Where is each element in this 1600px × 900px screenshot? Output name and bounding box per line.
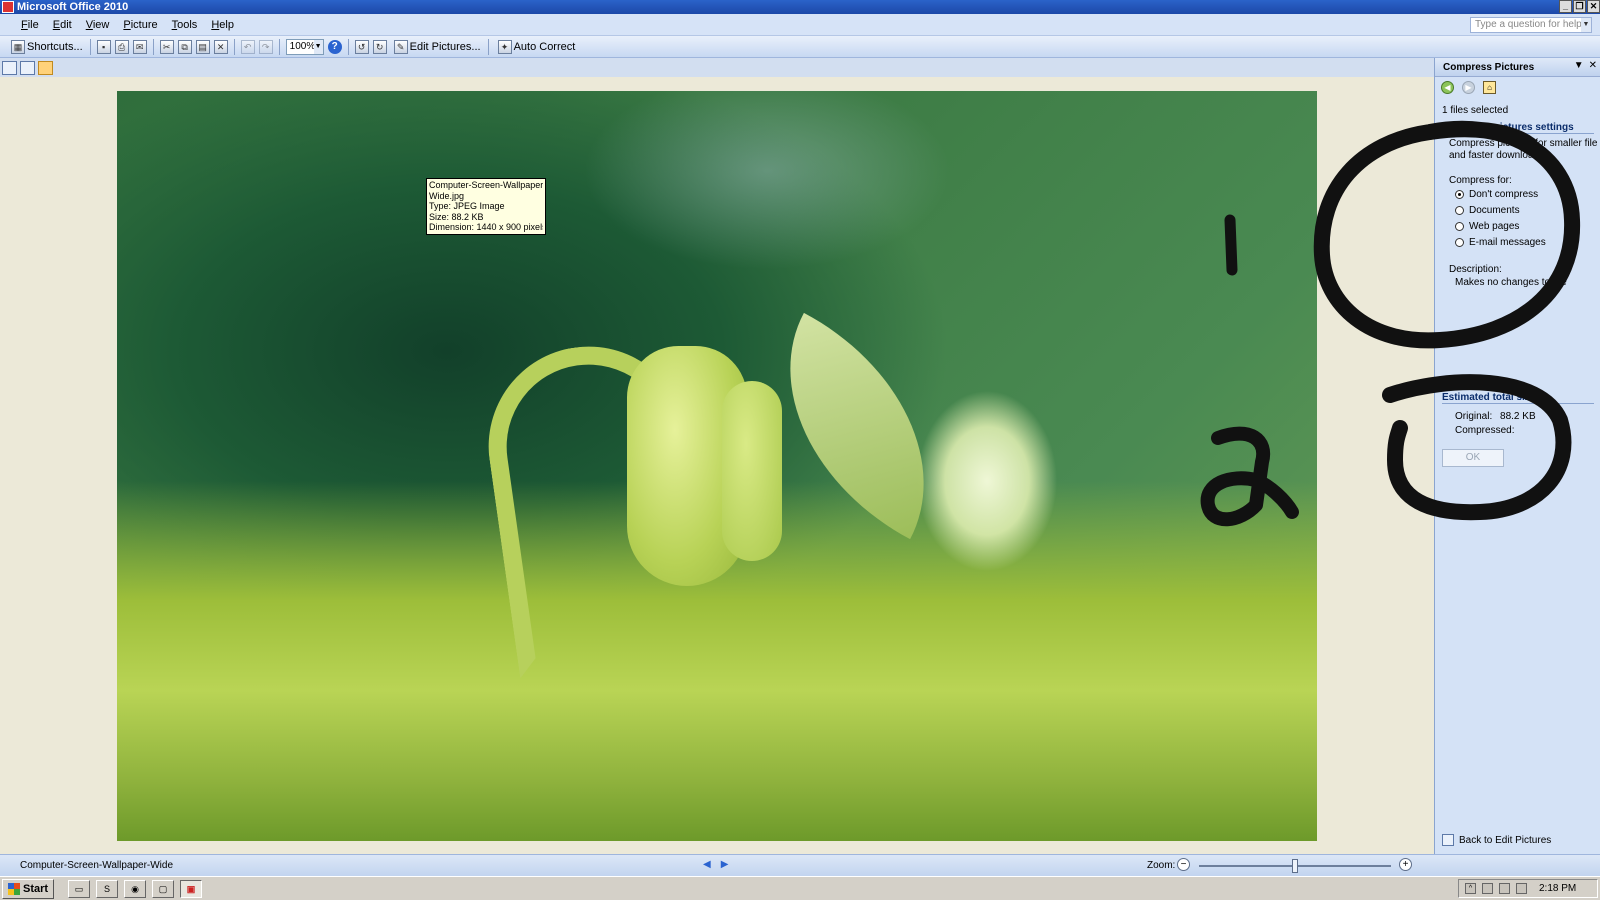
zoom-slider-thumb[interactable] [1292, 859, 1298, 873]
windows-flag-icon [8, 882, 20, 895]
marker-group [1200, 120, 1581, 527]
picture-nav: ◀ ▶ [703, 859, 728, 870]
chrome-icon[interactable]: ◉ [124, 879, 147, 898]
previous-picture-icon[interactable]: ◀ [703, 859, 711, 870]
marker-annotations [1200, 120, 1581, 527]
start-label: Start [23, 882, 49, 895]
zoom-label: Zoom: [1147, 860, 1176, 871]
picture-manager-task-icon[interactable]: ▣ [180, 879, 203, 898]
next-picture-icon[interactable]: ▶ [721, 859, 729, 870]
zoom-out-icon[interactable]: − [1177, 858, 1190, 871]
volume-icon[interactable] [1499, 883, 1510, 894]
marker-circle-bottom [1382, 374, 1572, 521]
app-window-icon[interactable]: ▢ [152, 879, 175, 898]
system-tray: ^ 2:18 PM [1458, 879, 1598, 898]
marker-letter-a [1200, 426, 1299, 527]
network-icon[interactable] [1482, 883, 1493, 894]
clock[interactable]: 2:18 PM [1539, 883, 1576, 894]
zoom-in-icon[interactable]: + [1399, 858, 1412, 871]
os-taskbar: Start ▭ S ◉ ▢ ▣ ^ 2:18 PM [0, 876, 1600, 900]
status-filename: Computer-Screen-Wallpaper-Wide [20, 860, 174, 871]
skype-icon[interactable]: S [96, 879, 119, 898]
start-button[interactable]: Start [2, 878, 55, 899]
file-explorer-icon[interactable]: ▭ [68, 879, 91, 898]
notification-icon[interactable] [1516, 883, 1527, 894]
marker-circle-top [1313, 120, 1581, 349]
marker-digit-one [1224, 214, 1238, 276]
status-bar: Computer-Screen-Wallpaper-Wide ◀ ▶ Zoom:… [0, 854, 1600, 876]
tray-expand-icon[interactable]: ^ [1465, 883, 1476, 894]
